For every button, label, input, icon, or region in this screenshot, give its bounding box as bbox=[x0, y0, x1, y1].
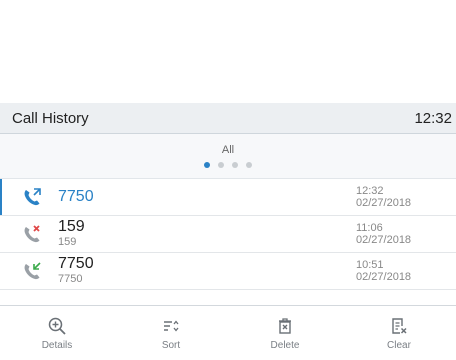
received-call-icon bbox=[0, 260, 58, 282]
call-date: 02/27/2018 bbox=[356, 271, 412, 283]
call-time: 12:32 bbox=[356, 185, 384, 197]
call-name: 159 bbox=[58, 218, 85, 235]
delete-button[interactable]: Delete bbox=[228, 306, 342, 360]
sort-button[interactable]: Sort bbox=[114, 306, 228, 360]
call-date: 02/27/2018 bbox=[356, 234, 412, 246]
phone-screen: Call History 12:32 All 7750 12:32 02/27/… bbox=[0, 103, 456, 360]
page-dot bbox=[246, 162, 252, 168]
call-row[interactable]: 7750 7750 10:51 02/27/2018 bbox=[0, 253, 456, 290]
call-timestamp: 12:32 02/27/2018 bbox=[356, 185, 456, 209]
call-number: 7750 bbox=[58, 273, 83, 285]
zoom-in-icon bbox=[48, 317, 66, 335]
filter-tab-area[interactable]: All bbox=[0, 134, 456, 179]
call-time: 10:51 bbox=[356, 259, 384, 271]
page-dot bbox=[204, 162, 210, 168]
sort-label: Sort bbox=[161, 339, 181, 351]
clear-button[interactable]: Clear bbox=[342, 306, 456, 360]
trash-icon bbox=[279, 317, 291, 334]
page-dot bbox=[218, 162, 224, 168]
call-row[interactable]: 7750 12:32 02/27/2018 bbox=[0, 179, 456, 216]
call-time: 11:06 bbox=[356, 222, 383, 234]
call-timestamp: 10:51 02/27/2018 bbox=[356, 259, 456, 283]
clear-label: Clear bbox=[387, 339, 411, 351]
call-name: 7750 bbox=[58, 188, 94, 205]
page-indicator bbox=[204, 162, 252, 168]
page-title: Call History bbox=[12, 109, 89, 127]
outgoing-call-icon bbox=[0, 186, 58, 208]
delete-label: Delete bbox=[270, 339, 300, 351]
missed-call-icon bbox=[0, 223, 58, 245]
call-date: 02/27/2018 bbox=[356, 197, 412, 209]
softkey-toolbar: Details Sort Delete Clear bbox=[0, 305, 456, 360]
clear-list-icon bbox=[392, 317, 407, 334]
call-timestamp: 11:06 02/27/2018 bbox=[356, 222, 456, 246]
page-dot bbox=[232, 162, 238, 168]
details-button[interactable]: Details bbox=[0, 306, 114, 360]
clock: 12:32 bbox=[414, 109, 452, 127]
details-label: Details bbox=[41, 339, 73, 351]
call-row[interactable]: 159 159 11:06 02/27/2018 bbox=[0, 216, 456, 253]
call-number: 159 bbox=[58, 236, 77, 248]
title-bar: Call History 12:32 bbox=[0, 103, 456, 134]
filter-label: All bbox=[221, 144, 235, 156]
call-name: 7750 bbox=[58, 255, 94, 272]
sort-icon bbox=[164, 319, 179, 332]
